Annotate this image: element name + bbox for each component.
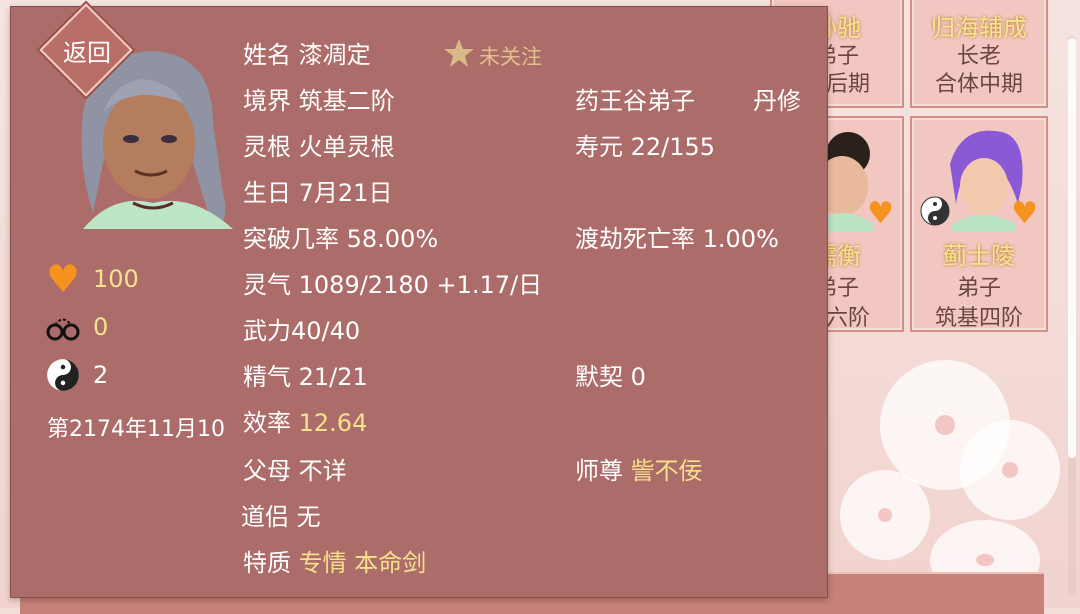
breakthrough-label: 突破几率: [243, 225, 339, 253]
back-button-label[interactable]: 返回: [47, 33, 127, 68]
trait-item[interactable]: 本命剑: [354, 549, 426, 577]
root-label: 灵根: [243, 133, 291, 161]
card-realm: 合体中期: [934, 72, 1023, 97]
efficiency-field: 效率 12.64: [243, 403, 367, 438]
birthday-value: 7月21日: [298, 179, 393, 207]
stat-heart: ♥ 100: [45, 257, 139, 301]
partner-field: 道侣 无: [241, 497, 321, 532]
trait-field: 特质 专情 本命剑: [243, 543, 426, 578]
star-icon[interactable]: [443, 37, 475, 69]
breakthrough-field: 突破几率 58.00%: [243, 219, 438, 254]
scrollbar-thumb[interactable]: [1068, 38, 1076, 458]
tacit-value: 0: [630, 363, 646, 391]
parents-label: 父母: [243, 457, 291, 485]
tribulation-value: 1.00%: [702, 225, 779, 253]
tribulation-label: 渡劫死亡率: [575, 225, 695, 253]
life-value: 22/155: [630, 133, 716, 161]
cuffs-value: 0: [93, 313, 109, 341]
path-field: 丹修: [753, 87, 801, 115]
character-card[interactable]: ♥ 蓟士陵 弟子 筑基四阶: [910, 116, 1048, 332]
tribulation-field: 渡劫死亡率 1.00%: [575, 219, 779, 254]
heart-icon: ♥: [45, 257, 81, 301]
trait-item[interactable]: 专情: [299, 549, 347, 577]
efficiency-label: 效率: [243, 409, 291, 437]
card-realm: 筑基四阶: [934, 306, 1023, 331]
root-field: 灵根 火单灵根: [243, 127, 395, 162]
realm-field: 境界 筑基二阶: [243, 81, 395, 116]
realm-label: 境界: [243, 87, 291, 115]
yinyang-icon: [45, 357, 81, 393]
qi-field: 灵气 1089/2180 +1.17/日: [243, 265, 542, 300]
blossom-decoration: [960, 420, 1060, 520]
heart-icon: ♥: [1011, 196, 1038, 231]
stat-cuffs: 0: [45, 309, 108, 345]
essence-value: 21/21: [298, 363, 368, 391]
qi-value: 1089/2180 +1.17/日: [298, 271, 543, 299]
character-card[interactable]: 归海辅成 长老 合体中期: [910, 0, 1048, 108]
efficiency-value: 12.64: [298, 409, 368, 437]
heart-icon: ♥: [867, 196, 894, 231]
yinyang-value: 2: [93, 361, 109, 389]
master-label: 师尊: [575, 457, 623, 485]
master-value[interactable]: 訾不佞: [631, 457, 703, 485]
essence-field: 精气 21/21: [243, 357, 368, 392]
follow-toggle[interactable]: 未关注: [479, 41, 542, 71]
heart-value: 100: [93, 265, 139, 293]
handcuffs-icon: [45, 309, 81, 345]
force-field: 武力40/40: [243, 317, 361, 345]
name-value: 漆凋定: [298, 41, 371, 69]
yinyang-icon: [920, 196, 950, 226]
name-label: 姓名: [243, 41, 291, 69]
breakthrough-value: 58.00%: [346, 225, 439, 253]
birthday-field: 生日 7月21日: [243, 173, 392, 208]
tacit-label: 默契: [575, 363, 623, 391]
parents-value: 不详: [298, 457, 347, 485]
master-field: 师尊 訾不佞: [575, 451, 703, 486]
birthday-label: 生日: [243, 179, 291, 207]
partner-label: 道侣: [241, 503, 289, 531]
stat-yinyang: 2: [45, 357, 108, 393]
trait-label: 特质: [243, 549, 291, 577]
qi-label: 灵气: [243, 271, 291, 299]
life-field: 寿元 22/155: [575, 127, 715, 162]
blossom-decoration: [840, 470, 930, 560]
root-value: 火单灵根: [298, 133, 395, 161]
card-name: 蓟士陵: [943, 242, 1015, 270]
sect-field: 药王谷弟子: [575, 87, 695, 115]
realm-value: 筑基二阶: [298, 87, 395, 115]
tacit-field: 默契 0: [575, 357, 646, 392]
card-role: 弟子: [956, 276, 1001, 301]
parents-field: 父母 不详: [243, 451, 347, 486]
partner-value: 无: [296, 503, 321, 531]
character-detail-panel: 返回 ♥ 100 0 2 第2174年11月10 姓名 漆凋定 未关注 境界 筑…: [10, 3, 828, 598]
game-date: 第2174年11月10: [47, 417, 225, 442]
life-label: 寿元: [575, 133, 623, 161]
essence-label: 精气: [243, 363, 291, 391]
name-field: 姓名 漆凋定: [243, 35, 371, 70]
